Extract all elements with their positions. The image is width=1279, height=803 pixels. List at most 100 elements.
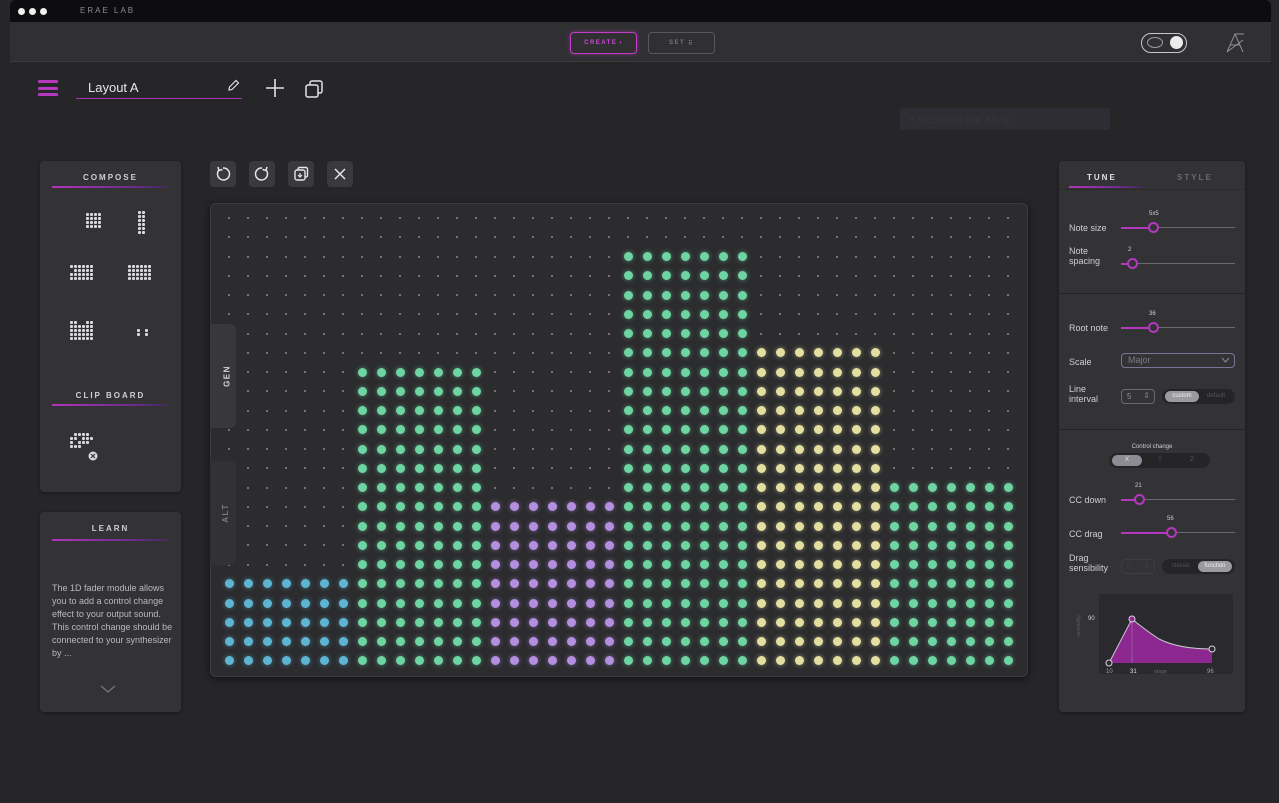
delete-button[interactable]: [327, 161, 353, 187]
alt-tab[interactable]: ALT: [210, 461, 236, 565]
note-cell-green[interactable]: [927, 521, 937, 531]
empty-cell[interactable]: [779, 274, 781, 277]
note-cell-purple[interactable]: [585, 617, 595, 627]
note-cell-green[interactable]: [699, 617, 709, 627]
control-change-axis[interactable]: X Y Z: [1109, 453, 1210, 468]
empty-cell[interactable]: [418, 274, 420, 277]
empty-cell[interactable]: [361, 236, 363, 239]
empty-cell[interactable]: [247, 486, 249, 489]
note-cell-green[interactable]: [1003, 656, 1013, 666]
empty-cell[interactable]: [342, 505, 344, 508]
pencil-icon[interactable]: [226, 79, 240, 93]
empty-cell[interactable]: [323, 274, 325, 277]
note-cell-yellow[interactable]: [794, 637, 804, 646]
empty-cell[interactable]: [608, 390, 610, 393]
empty-cell[interactable]: [836, 255, 838, 258]
note-cell-yellow[interactable]: [851, 386, 861, 396]
note-cell-green[interactable]: [414, 656, 424, 666]
note-cell-green[interactable]: [623, 560, 633, 569]
empty-cell[interactable]: [532, 217, 534, 219]
empty-cell[interactable]: [456, 217, 458, 219]
note-cell-purple[interactable]: [566, 502, 576, 512]
note-cell-yellow[interactable]: [870, 406, 880, 415]
empty-cell[interactable]: [931, 332, 933, 335]
note-cell-green[interactable]: [889, 521, 899, 531]
empty-cell[interactable]: [342, 236, 344, 239]
empty-cell[interactable]: [893, 390, 895, 393]
empty-cell[interactable]: [950, 428, 952, 431]
note-cell-green[interactable]: [908, 637, 918, 646]
empty-cell[interactable]: [266, 313, 268, 316]
empty-cell[interactable]: [1007, 351, 1009, 354]
empty-cell[interactable]: [646, 236, 648, 239]
note-cell-green[interactable]: [376, 598, 386, 608]
empty-cell[interactable]: [323, 255, 325, 258]
empty-cell[interactable]: [247, 525, 249, 527]
empty-cell[interactable]: [912, 390, 914, 393]
note-cell-green[interactable]: [927, 598, 937, 608]
note-cell-green[interactable]: [680, 463, 690, 473]
note-cell-yellow[interactable]: [832, 444, 842, 454]
note-cell-green[interactable]: [395, 406, 405, 415]
empty-cell[interactable]: [779, 255, 781, 258]
empty-cell[interactable]: [323, 525, 325, 527]
note-cell-purple[interactable]: [509, 540, 519, 550]
note-cell-green[interactable]: [737, 560, 747, 569]
note-cell-purple[interactable]: [566, 579, 576, 589]
note-cell-yellow[interactable]: [794, 540, 804, 550]
empty-cell[interactable]: [931, 255, 933, 258]
empty-cell[interactable]: [513, 428, 515, 431]
note-cell-green[interactable]: [889, 483, 899, 492]
note-cell-green[interactable]: [965, 617, 975, 627]
note-cell-green[interactable]: [908, 483, 918, 492]
note-cell-yellow[interactable]: [851, 444, 861, 454]
note-cell-green[interactable]: [452, 406, 462, 415]
note-cell-green[interactable]: [737, 252, 747, 261]
empty-cell[interactable]: [247, 313, 249, 316]
empty-cell[interactable]: [304, 428, 306, 431]
note-cell-green[interactable]: [680, 329, 690, 338]
note-cell-green[interactable]: [889, 598, 899, 608]
note-cell-green[interactable]: [433, 560, 443, 569]
note-cell-green[interactable]: [889, 617, 899, 627]
paste-button[interactable]: [288, 161, 314, 187]
note-cell-yellow[interactable]: [813, 617, 823, 627]
note-cell-green[interactable]: [661, 406, 671, 415]
note-cell-purple[interactable]: [528, 637, 538, 646]
empty-cell[interactable]: [342, 428, 344, 431]
note-cell-green[interactable]: [984, 656, 994, 666]
note-cell-green[interactable]: [452, 598, 462, 608]
empty-cell[interactable]: [513, 255, 515, 258]
empty-cell[interactable]: [323, 371, 325, 373]
empty-cell[interactable]: [418, 236, 420, 239]
empty-cell[interactable]: [532, 313, 534, 316]
note-cell-green[interactable]: [699, 598, 709, 608]
note-cell-green[interactable]: [357, 521, 367, 531]
empty-cell[interactable]: [361, 274, 363, 277]
empty-cell[interactable]: [589, 448, 591, 450]
empty-cell[interactable]: [817, 274, 819, 277]
note-cell-green[interactable]: [661, 617, 671, 627]
note-cell-green[interactable]: [699, 637, 709, 646]
note-cell-yellow[interactable]: [870, 444, 880, 454]
note-cell-yellow[interactable]: [756, 425, 766, 435]
note-cell-green[interactable]: [718, 598, 728, 608]
note-cell-purple[interactable]: [566, 540, 576, 550]
note-cell-purple[interactable]: [547, 521, 557, 531]
note-cell-blue[interactable]: [243, 598, 253, 608]
note-cell-purple[interactable]: [585, 579, 595, 589]
note-cell-green[interactable]: [395, 444, 405, 454]
note-cell-green[interactable]: [718, 637, 728, 646]
empty-cell[interactable]: [342, 332, 344, 335]
note-cell-purple[interactable]: [604, 637, 614, 646]
note-cell-yellow[interactable]: [794, 617, 804, 627]
note-cell-green[interactable]: [642, 271, 652, 281]
empty-cell[interactable]: [608, 294, 610, 296]
note-cell-yellow[interactable]: [870, 656, 880, 666]
note-cell-yellow[interactable]: [756, 540, 766, 550]
note-cell-green[interactable]: [984, 598, 994, 608]
note-cell-green[interactable]: [737, 656, 747, 666]
empty-cell[interactable]: [437, 217, 439, 219]
note-cell-green[interactable]: [661, 637, 671, 646]
note-cell-yellow[interactable]: [756, 444, 766, 454]
